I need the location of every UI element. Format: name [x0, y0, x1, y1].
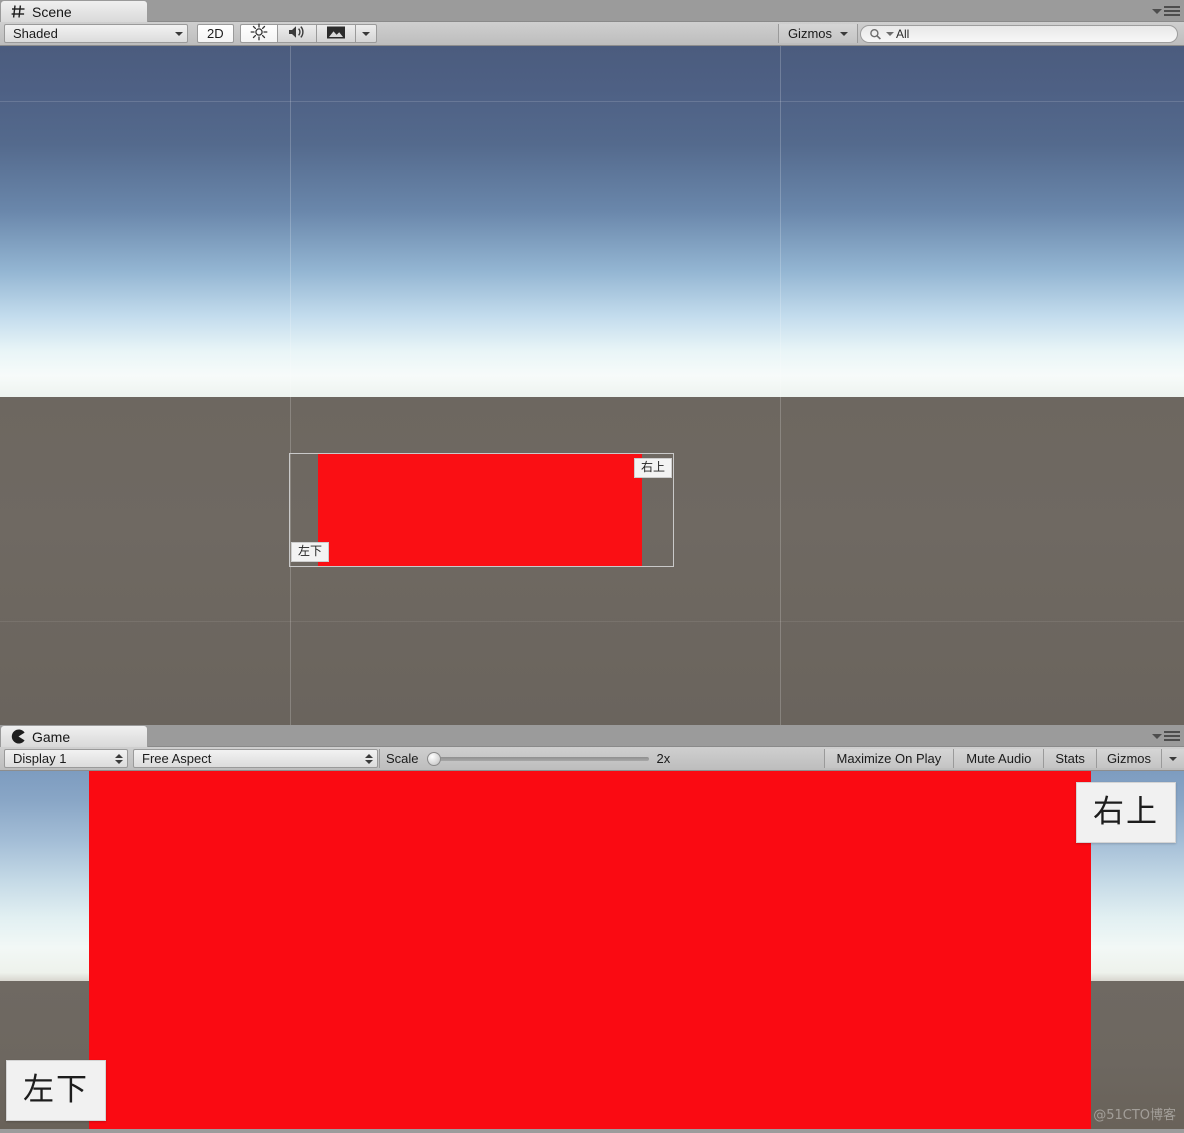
game-bottom-left-anchor-label[interactable]: 左下 — [6, 1060, 106, 1121]
image-icon — [326, 25, 346, 43]
game-stats-button[interactable]: Stats — [1044, 749, 1096, 768]
chevron-down-icon — [1152, 8, 1162, 14]
scene-gizmos-button[interactable]: Gizmos — [778, 24, 857, 43]
grid-hash-icon — [11, 4, 26, 19]
chevron-down-icon — [886, 32, 894, 36]
scene-draw-mode-label: Shaded — [13, 26, 58, 41]
scene-toolbar: Shaded 2D Gizmos All — [0, 22, 1184, 46]
unity-editor-window: Scene Shaded 2D Gizmos All 右上 左下 Game Di… — [0, 0, 1184, 1133]
chevron-down-icon — [1169, 756, 1177, 761]
game-mute-audio-button[interactable]: Mute Audio — [954, 749, 1044, 768]
hamburger-icon — [1164, 6, 1180, 16]
game-pacman-icon — [11, 729, 26, 744]
scene-effects-toggle[interactable] — [315, 24, 355, 43]
scene-viewport[interactable]: 右上 左下 — [0, 46, 1184, 725]
scene-2d-label: 2D — [207, 26, 224, 41]
chevron-down-icon — [840, 31, 848, 36]
game-scale-slider[interactable]: Scale 2x — [380, 747, 676, 770]
scene-draw-mode-dropdown[interactable]: Shaded — [4, 24, 188, 43]
game-display-dropdown[interactable]: Display 1 — [4, 749, 128, 768]
scene-grid-line — [0, 101, 1184, 102]
scene-gizmos-label: Gizmos — [787, 26, 832, 41]
game-gizmos-label: Gizmos — [1106, 751, 1151, 766]
slider-track[interactable] — [426, 751, 649, 766]
sun-icon — [250, 23, 268, 44]
speaker-icon — [287, 24, 307, 43]
game-mute-audio-label: Mute Audio — [966, 751, 1032, 766]
chevron-down-icon — [175, 31, 183, 36]
scene-red-panel[interactable] — [318, 454, 642, 566]
scene-grid-line — [780, 46, 781, 725]
game-display-label: Display 1 — [13, 751, 67, 766]
game-gizmos-dropdown[interactable] — [1162, 749, 1184, 768]
magnifier-icon — [869, 28, 883, 41]
game-stats-label: Stats — [1055, 751, 1085, 766]
watermark-text: @51CTO博客 — [1093, 1108, 1176, 1123]
game-maximize-on-play-button[interactable]: Maximize On Play — [824, 749, 954, 768]
game-scale-value: 2x — [656, 751, 671, 766]
game-aspect-dropdown[interactable]: Free Aspect — [133, 749, 378, 768]
slider-knob[interactable] — [426, 751, 441, 766]
stepper-icon — [115, 753, 123, 764]
scene-toolbar-spacer — [377, 22, 778, 45]
game-viewport[interactable]: 右上 左下 @51CTO博客 — [0, 771, 1184, 1129]
game-maximize-on-play-label: Maximize On Play — [836, 751, 942, 766]
game-panel-options-icon[interactable] — [1150, 728, 1180, 744]
scene-search-input[interactable]: All — [860, 25, 1178, 43]
tab-game-label: Game — [32, 728, 71, 745]
chevron-down-icon — [1152, 733, 1162, 739]
hamburger-icon — [1164, 731, 1180, 741]
scene-lighting-toggle[interactable] — [239, 23, 277, 44]
tab-scene[interactable]: Scene — [0, 0, 148, 22]
game-toolbar: Display 1 Free Aspect Scale 2x Maximize … — [0, 747, 1184, 771]
game-tabbar: Game — [0, 725, 1184, 747]
scene-audio-toggle[interactable] — [276, 24, 316, 43]
game-aspect-label: Free Aspect — [142, 751, 212, 766]
scene-sky — [0, 46, 1184, 397]
game-top-right-anchor-label[interactable]: 右上 — [1076, 782, 1176, 843]
scene-search-value: All — [896, 27, 910, 41]
game-scale-label: Scale — [386, 751, 419, 766]
chevron-down-icon — [361, 31, 370, 36]
scene-view-toggles — [239, 22, 377, 45]
game-red-panel[interactable] — [89, 771, 1091, 1129]
scene-tabbar: Scene — [0, 0, 1184, 22]
scene-grid-line — [0, 621, 1184, 622]
game-gizmos-button[interactable]: Gizmos — [1096, 749, 1161, 768]
tab-game[interactable]: Game — [0, 725, 148, 747]
toolbar-divider — [857, 24, 858, 43]
stepper-icon — [365, 753, 373, 764]
scene-2d-toggle[interactable]: 2D — [197, 24, 234, 43]
scene-effects-dropdown[interactable] — [354, 24, 377, 43]
tab-scene-label: Scene — [32, 3, 72, 20]
scene-bottom-left-anchor-label[interactable]: 左下 — [291, 542, 330, 562]
scene-grid-line — [290, 46, 291, 725]
scene-top-right-anchor-label[interactable]: 右上 — [634, 458, 673, 478]
game-toolbar-spacer — [676, 747, 823, 770]
scene-panel-options-icon[interactable] — [1150, 3, 1180, 19]
